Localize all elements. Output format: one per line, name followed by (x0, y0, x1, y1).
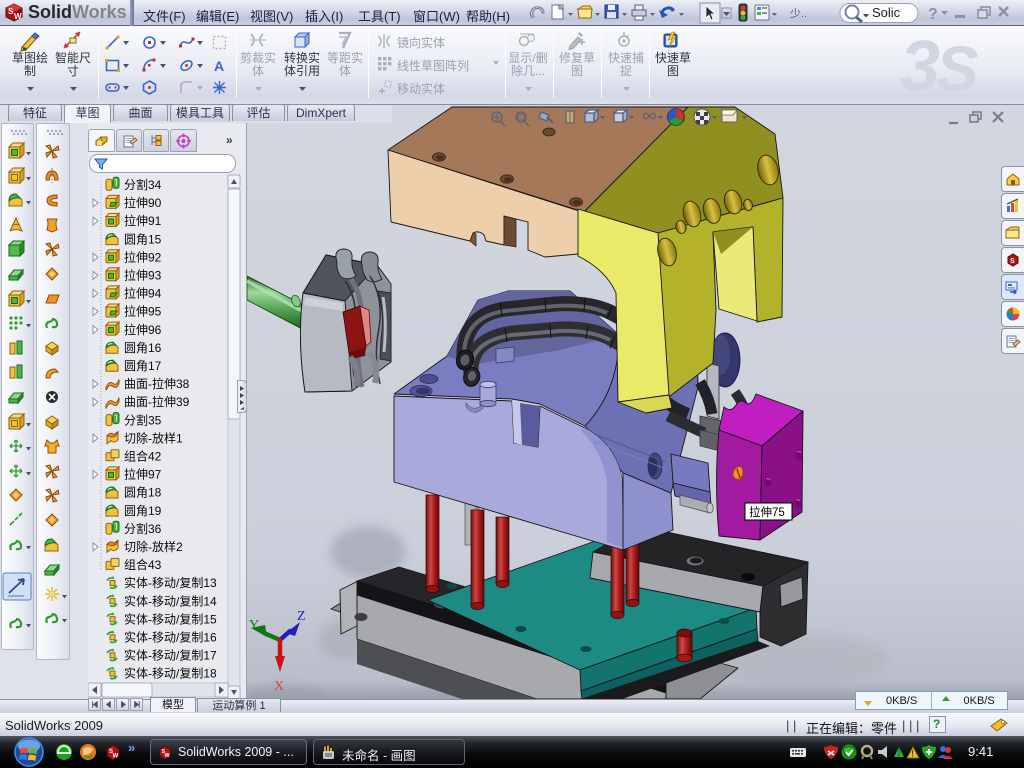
svg-text:圆角18: 圆角18 (124, 486, 162, 500)
svg-text:拉伸94: 拉伸94 (124, 286, 162, 301)
svg-text:»: » (128, 740, 135, 755)
svg-text:圆角19: 圆角19 (124, 504, 162, 518)
svg-text:A: A (214, 58, 224, 74)
svg-text:实体-移动/复制18: 实体-移动/复制18 (124, 666, 217, 681)
svg-text:拉伸97: 拉伸97 (124, 467, 162, 482)
svg-text:曲面-拉伸38: 曲面-拉伸38 (124, 376, 190, 391)
svg-text:W: W (14, 12, 22, 21)
svg-text:圆角15: 圆角15 (124, 232, 162, 246)
svg-text:实体-移动/复制14: 实体-移动/复制14 (124, 593, 217, 608)
svg-text:Y: Y (249, 618, 259, 633)
svg-text:拉伸92: 拉伸92 (124, 249, 162, 264)
svg-text:少..: 少.. (790, 7, 807, 20)
svg-text:曲面-拉伸39: 曲面-拉伸39 (124, 394, 190, 409)
svg-text:拉伸91: 拉伸91 (124, 213, 162, 228)
svg-text:Z: Z (297, 609, 306, 624)
svg-text:分割35: 分割35 (124, 412, 162, 427)
svg-text:S: S (1010, 258, 1015, 265)
svg-text:拉伸95: 拉伸95 (124, 304, 162, 319)
svg-text:切除-放样1: 切除-放样1 (124, 430, 183, 445)
svg-text:X: X (274, 679, 284, 694)
svg-text:切除-放样2: 切除-放样2 (124, 539, 183, 554)
svg-text:拉伸93: 拉伸93 (124, 268, 162, 283)
svg-text:组合42: 组合42 (124, 449, 162, 464)
svg-text:Solic: Solic (872, 5, 901, 20)
svg-text:拉伸90: 拉伸90 (124, 195, 162, 210)
svg-text:分割36: 分割36 (124, 521, 162, 536)
svg-text:圆角17: 圆角17 (124, 359, 162, 373)
svg-text:实体-移动/复制15: 实体-移动/复制15 (124, 611, 217, 626)
svg-text:拉伸75: 拉伸75 (749, 505, 785, 519)
svg-text:组合43: 组合43 (124, 557, 162, 572)
svg-text:圆角16: 圆角16 (124, 341, 162, 355)
svg-text:!: ! (911, 750, 914, 759)
svg-text:拉伸96: 拉伸96 (124, 322, 162, 337)
svg-text:实体-移动/复制16: 实体-移动/复制16 (124, 630, 217, 645)
svg-text:W: W (113, 754, 119, 760)
svg-text:分割34: 分割34 (124, 177, 162, 192)
svg-text:?: ? (928, 6, 938, 23)
svg-text:实体-移动/复制13: 实体-移动/复制13 (124, 575, 217, 590)
svg-text:实体-移动/复制17: 实体-移动/复制17 (124, 648, 217, 663)
